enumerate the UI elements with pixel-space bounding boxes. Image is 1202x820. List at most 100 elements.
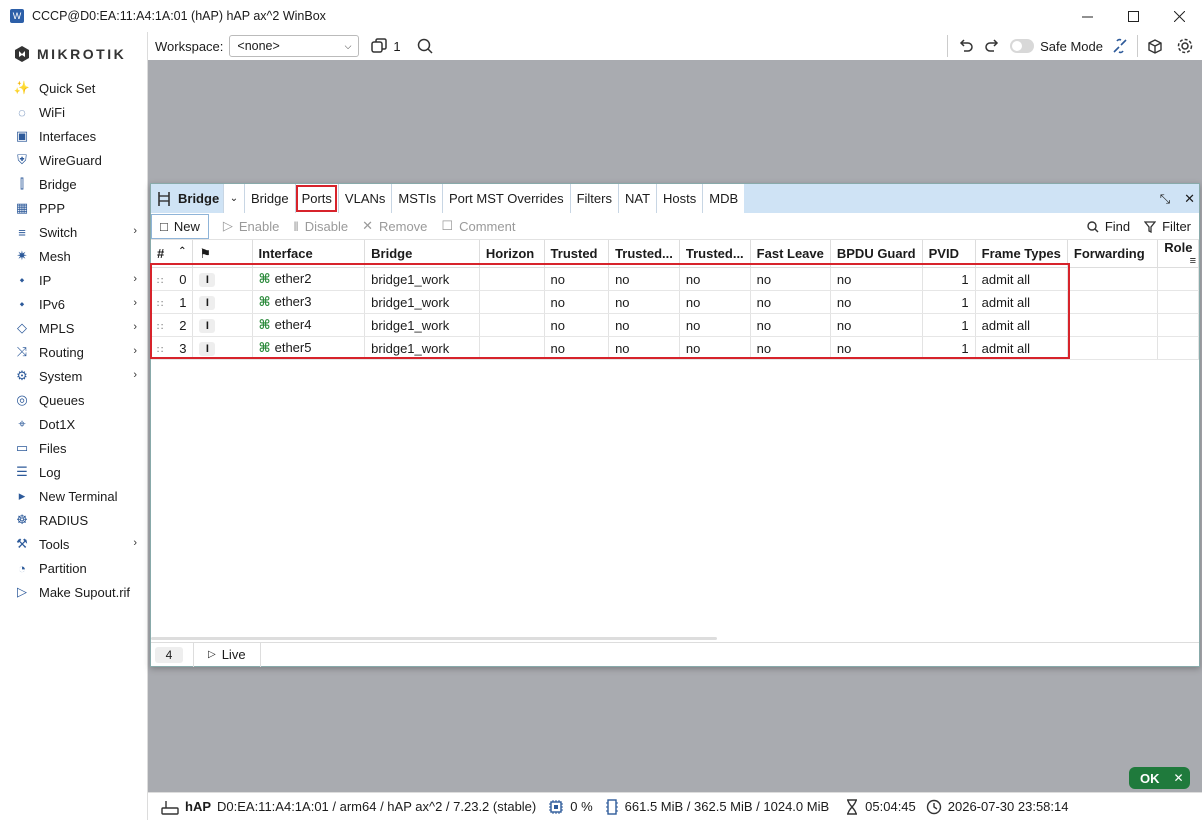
sidebar-item-queues[interactable]: ◎ Queues <box>0 388 147 412</box>
tab-port-mst-overrides[interactable]: Port MST Overrides <box>441 184 570 213</box>
drag-handle-icon[interactable]: ∷ <box>157 299 163 310</box>
column-header-number[interactable]: # ⌃ <box>151 240 194 268</box>
sidebar-item-radius[interactable]: ☸ RADIUS <box>0 508 147 532</box>
radius-icon: ☸ <box>16 512 28 527</box>
new-button[interactable]: □ New <box>151 213 209 239</box>
mikrotik-logo: MIKROTIK <box>0 32 147 76</box>
safe-mode-link-icon[interactable] <box>1111 37 1129 55</box>
sidebar-item-quick-set[interactable]: ✨ Quick Set <box>0 76 147 100</box>
safe-mode-toggle[interactable] <box>1010 39 1035 53</box>
cell-fast-leave: no <box>750 313 831 337</box>
tab-vlans[interactable]: VLANs <box>337 184 392 213</box>
package-icon[interactable] <box>1146 37 1164 55</box>
maximize-icon[interactable] <box>1110 0 1156 32</box>
column-header-frame-types[interactable]: Frame Types <box>975 240 1068 268</box>
cell-fast-leave: no <box>750 267 831 291</box>
sidebar-item-routing[interactable]: ⤨ Routing › <box>0 340 147 364</box>
column-header-fast-leave[interactable]: Fast Leave <box>750 240 831 268</box>
enable-button[interactable]: ▷ Enable <box>223 218 279 234</box>
windows-counter[interactable]: 1 <box>371 38 401 54</box>
tab-filters[interactable]: Filters <box>569 184 618 213</box>
folder-icon: ▭ <box>15 440 29 455</box>
sidebar-item-mesh[interactable]: ✷ Mesh <box>0 244 147 268</box>
live-toggle[interactable]: ▷ Live <box>193 642 261 667</box>
disable-button[interactable]: ‖ Disable <box>293 219 348 234</box>
sidebar-item-ip[interactable]: ⬩ IP › <box>0 268 147 292</box>
redo-icon[interactable] <box>984 39 1000 53</box>
column-header-trusted-2[interactable]: Trusted... <box>608 240 680 268</box>
drag-handle-icon[interactable]: ∷ <box>157 276 163 287</box>
table-row[interactable]: ∷ 1 I ⌘ ether3 bridge1_work no no no no no 1 admit a… <box>151 290 1199 314</box>
ppp-icon: ▦ <box>15 200 29 215</box>
gear-icon[interactable] <box>1176 37 1194 55</box>
column-header-flags[interactable]: ⚑ <box>192 240 253 268</box>
tab-mdb[interactable]: MDB <box>702 184 745 213</box>
tab-bridge[interactable]: Bridge <box>244 184 295 213</box>
column-header-forwarding[interactable]: Forwarding <box>1067 240 1159 268</box>
close-window-icon[interactable]: ✕ <box>1184 191 1195 207</box>
column-menu-icon[interactable]: ≡ <box>1190 255 1196 267</box>
column-header-horizon[interactable]: Horizon <box>479 240 545 268</box>
sidebar-item-dot1x[interactable]: ⌖ Dot1X <box>0 412 147 436</box>
filter-button[interactable]: Filter <box>1144 219 1191 234</box>
sort-up-icon: ⌃ <box>178 246 187 257</box>
tab-ports[interactable]: Ports <box>294 184 338 213</box>
sidebar-item-wireguard[interactable]: ⛨ WireGuard <box>0 148 147 172</box>
minimize-icon[interactable] <box>1064 0 1110 32</box>
ethernet-icon: ⌘ <box>258 340 271 355</box>
sidebar-item-files[interactable]: ▭ Files <box>0 436 147 460</box>
cell-bridge: bridge1_work <box>364 313 480 337</box>
remove-button[interactable]: ✕ Remove <box>362 218 427 234</box>
drag-handle-icon[interactable]: ∷ <box>157 345 163 356</box>
ok-notification[interactable]: OK ✕ <box>1129 767 1190 789</box>
sidebar-item-tools[interactable]: ⚒ Tools › <box>0 532 147 556</box>
close-icon[interactable]: ✕ <box>1174 771 1184 785</box>
cell-pvid: 1 <box>922 313 976 337</box>
pause-icon: ‖ <box>293 218 299 234</box>
sidebar-item-make-supout-rif[interactable]: ▷ Make Supout.rif <box>0 580 147 604</box>
column-header-pvid[interactable]: PVID <box>922 240 976 268</box>
sidebar-item-new-terminal[interactable]: ▸ New Terminal <box>0 484 147 508</box>
bridge-window-header: Bridge ⌄ Bridge Ports VLANs MSTIs Port MST O… <box>151 184 1199 213</box>
sidebar-item-bridge[interactable]: ⫿ Bridge <box>0 172 147 196</box>
close-icon[interactable] <box>1156 0 1202 32</box>
column-header-interface[interactable]: Interface <box>252 240 366 268</box>
sidebar-item-interfaces[interactable]: ▣ Interfaces <box>0 124 147 148</box>
undo-icon[interactable] <box>958 39 974 53</box>
drag-handle-icon[interactable]: ∷ <box>157 322 163 333</box>
column-header-bridge[interactable]: Bridge <box>364 240 480 268</box>
wifi-icon: ◌ <box>18 104 26 120</box>
workspace-select[interactable]: <none> ⌵ <box>229 35 360 57</box>
table-row[interactable]: ∷ 3 I ⌘ ether5 bridge1_work no no no no no 1 admit a… <box>151 336 1199 360</box>
column-header-role[interactable]: Role ≡ <box>1157 240 1199 268</box>
table-row[interactable]: ∷ 2 I ⌘ ether4 bridge1_work no no no no no 1 admit a… <box>151 313 1199 337</box>
column-header-bpdu-guard[interactable]: BPDU Guard <box>830 240 923 268</box>
detach-window-icon[interactable]: ⤡ <box>1160 191 1170 207</box>
table-header-row: # ⌃ ⚑ Interface Bridge Horizon Trusted T… <box>151 240 1199 268</box>
sidebar-item-switch[interactable]: ≡ Switch › <box>0 220 147 244</box>
sidebar-item-wifi[interactable]: ◌ WiFi <box>0 100 147 124</box>
sidebar-item-log[interactable]: ☰ Log <box>0 460 147 484</box>
comment-button[interactable]: ☐ Comment <box>441 218 515 234</box>
sidebar-item-mpls[interactable]: ◇ MPLS › <box>0 316 147 340</box>
tab-nat[interactable]: NAT <box>617 184 657 213</box>
action-bar: □ New ▷ Enable ‖ Disable ✕ Remove ☐ Comment … <box>151 213 1199 240</box>
sidebar-item-partition[interactable]: ◔ Partition <box>0 556 147 580</box>
horizontal-scrollbar[interactable] <box>151 637 717 640</box>
sidebar-item-ipv6[interactable]: ⬩ IPv6 › <box>0 292 147 316</box>
cell-role <box>1157 290 1199 314</box>
find-button[interactable]: Find <box>1087 219 1130 234</box>
sidebar-item-ppp[interactable]: ▦ PPP <box>0 196 147 220</box>
window-title: CCCP@D0:EA:11:A4:1A:01 (hAP) hAP ax^2 Wi… <box>32 9 326 23</box>
window-menu-chevron-icon[interactable]: ⌄ <box>223 184 244 213</box>
tab-mstis[interactable]: MSTIs <box>391 184 442 213</box>
hourglass-icon <box>847 798 858 815</box>
column-header-trusted[interactable]: Trusted <box>544 240 610 268</box>
sidebar-item-label: Dot1X <box>39 416 76 432</box>
search-icon[interactable] <box>417 38 433 54</box>
tab-hosts[interactable]: Hosts <box>656 184 703 213</box>
remove-icon: ✕ <box>362 218 373 233</box>
table-row[interactable]: ∷ 0 I ⌘ ether2 bridge1_work no no no no no 1 admit a… <box>151 267 1199 291</box>
column-header-trusted-3[interactable]: Trusted... <box>679 240 751 268</box>
sidebar-item-system[interactable]: ⚙ System › <box>0 364 147 388</box>
